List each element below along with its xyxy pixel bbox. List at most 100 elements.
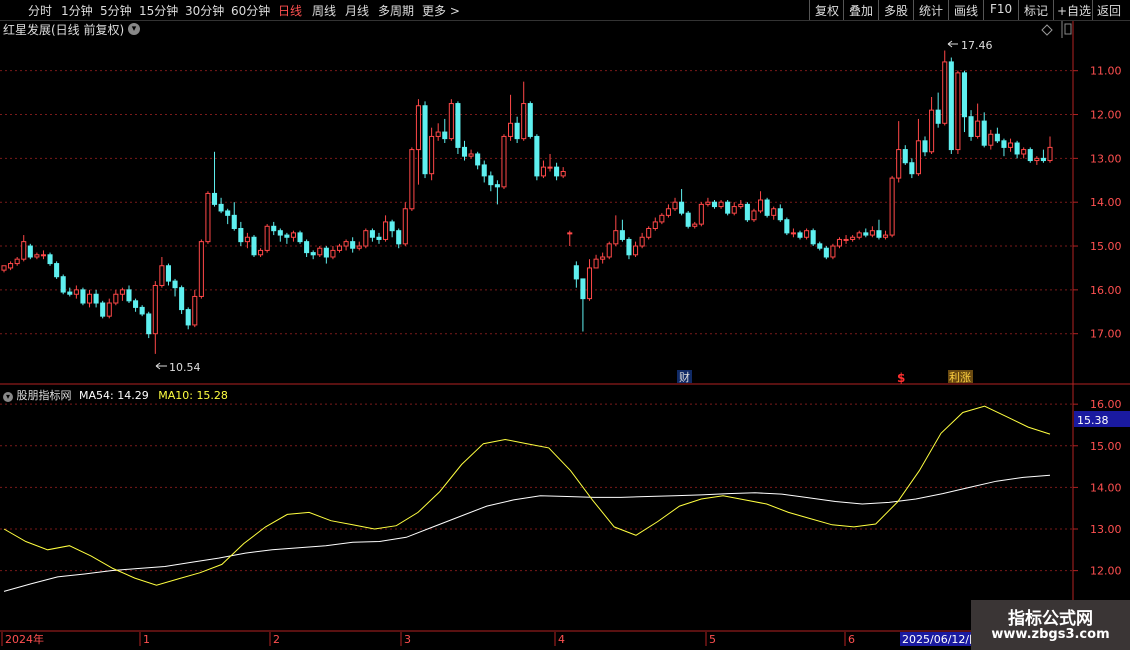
candle [619, 219, 625, 242]
tab-weekly[interactable]: 周线 [312, 2, 336, 19]
candle [639, 232, 645, 249]
indicator-tick-label: 16.00 [1090, 398, 1122, 411]
price-tick-label: 17.00 [1090, 328, 1122, 341]
tab-more[interactable]: 更多 > [422, 2, 460, 19]
candle [771, 206, 777, 220]
event-marker-news[interactable]: 利涨 [948, 370, 973, 384]
candle [929, 96, 935, 154]
svg-text:财: 财 [679, 370, 690, 384]
candle [692, 221, 698, 229]
candle [514, 116, 520, 144]
candle [139, 305, 145, 317]
candle [494, 180, 500, 205]
candle [93, 289, 99, 308]
candle [481, 160, 487, 183]
tab-5min[interactable]: 5分钟 [100, 2, 132, 19]
candle [547, 153, 553, 172]
candle [790, 228, 796, 238]
tab-monthly[interactable]: 月线 [345, 2, 369, 19]
tab-daily[interactable]: 日线 [278, 2, 302, 19]
toolbar-divider [843, 0, 844, 20]
candle [540, 160, 546, 179]
candle [152, 281, 158, 354]
candle [876, 219, 882, 240]
candle [310, 250, 316, 260]
tab-15min[interactable]: 15分钟 [139, 2, 178, 19]
kline-chart-canvas: 17.00 16.00 15.00 14.00 13.00 12.00 11.00 12.0… [0, 21, 1130, 646]
f10-button[interactable]: F10 [990, 2, 1012, 16]
candle [882, 230, 889, 240]
time-tick-label: 2 [273, 633, 280, 646]
candle [185, 307, 191, 330]
candle [725, 200, 731, 216]
candle [448, 99, 454, 141]
candle [54, 261, 60, 279]
price-tick-label: 13.00 [1090, 152, 1122, 165]
candle [244, 232, 250, 249]
candle [317, 246, 323, 257]
candle [968, 110, 974, 141]
candle [1021, 147, 1027, 159]
candle [922, 136, 928, 157]
indicator-name[interactable]: 股朋指标网 [17, 389, 72, 402]
stats-button[interactable]: 统计 [919, 2, 943, 19]
candle [567, 230, 573, 247]
candle [1014, 140, 1020, 159]
candle [34, 252, 40, 260]
ma54-value: 14.29 [117, 389, 149, 402]
adjust-button[interactable]: 复权 [815, 2, 839, 19]
candle [172, 278, 178, 297]
candle [402, 202, 408, 247]
price-tick-label: 14.00 [1090, 196, 1122, 209]
chart-title: 红星发展(日线 前复权) [3, 23, 125, 37]
candle [264, 224, 270, 253]
event-marker-financial[interactable]: 财 [677, 370, 692, 384]
candle [356, 241, 362, 251]
candle [501, 134, 507, 190]
mark-button[interactable]: 标记 [1024, 2, 1048, 19]
toolbar-divider [913, 0, 914, 20]
candle [830, 243, 836, 260]
candle [935, 92, 941, 128]
chevron-down-icon[interactable]: ▾ [128, 23, 140, 35]
candle [297, 230, 303, 244]
event-marker-dividend[interactable]: $ [897, 371, 905, 385]
svg-text:10.54: 10.54 [169, 361, 201, 374]
candle [80, 287, 86, 306]
candle [336, 243, 343, 253]
candle [534, 134, 540, 181]
candle [823, 246, 829, 260]
back-button[interactable]: 返回 [1097, 2, 1121, 19]
tab-multi-period[interactable]: 多周期 [378, 2, 414, 19]
indicator-layer [3, 405, 1051, 592]
candle [994, 127, 1000, 144]
multi-stock-button[interactable]: 多股 [884, 2, 908, 19]
candle [389, 219, 395, 238]
toolbar-divider [983, 0, 984, 20]
candle [850, 235, 856, 242]
candle [764, 197, 770, 218]
candle [21, 235, 27, 262]
toolbar-divider [1053, 0, 1054, 20]
candle [988, 129, 994, 150]
candle [744, 202, 750, 222]
tab-30min[interactable]: 30分钟 [185, 2, 224, 19]
overlay-button[interactable]: 叠加 [849, 2, 873, 19]
candle [896, 121, 902, 183]
candle [27, 243, 33, 260]
tab-60min[interactable]: 60分钟 [231, 2, 270, 19]
candle [100, 300, 106, 319]
candle [60, 274, 66, 295]
draw-line-button[interactable]: 画线 [954, 2, 978, 19]
candle [718, 200, 724, 209]
add-watchlist-button[interactable]: +自选 [1057, 2, 1091, 19]
tab-1min[interactable]: 1分钟 [61, 2, 93, 19]
indicator-tick-label: 13.00 [1090, 523, 1122, 536]
candle [586, 259, 593, 301]
candle [981, 112, 987, 148]
tab-intraday[interactable]: 分时 [28, 2, 52, 19]
time-tick-label: 5 [709, 633, 716, 646]
toolbar-divider [809, 0, 810, 20]
candle [258, 248, 264, 257]
collapse-icon[interactable]: ▾ [3, 392, 13, 402]
